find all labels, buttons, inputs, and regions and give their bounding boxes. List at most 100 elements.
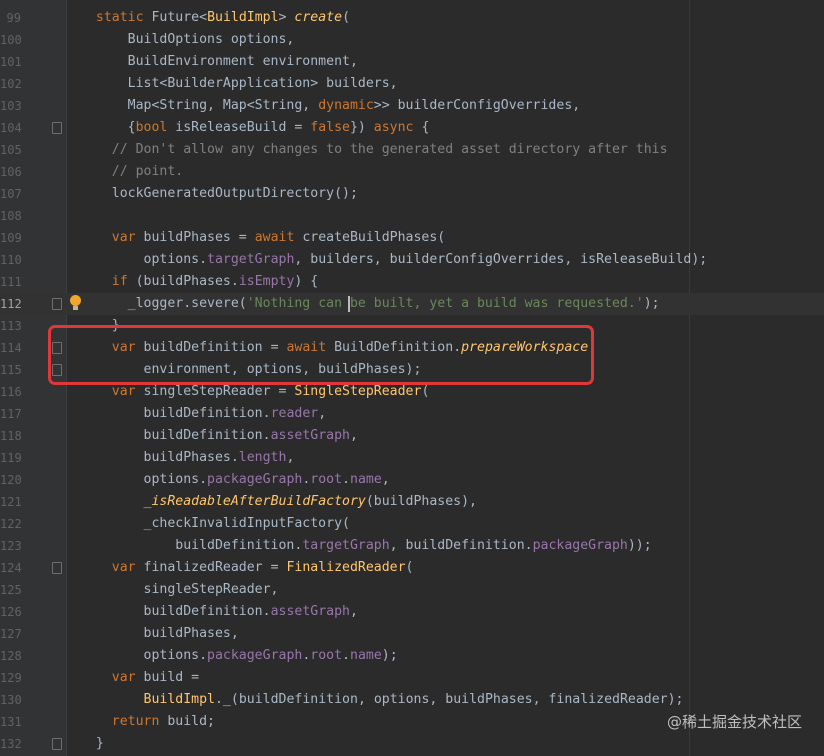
line-number: 132: [0, 733, 21, 755]
line-number: 119: [0, 447, 21, 469]
code-line[interactable]: 120 options.packageGraph.root.name,: [0, 469, 824, 491]
code-text[interactable]: options.targetGraph, builders, builderCo…: [80, 249, 707, 271]
line-number: 100: [0, 29, 21, 51]
code-line[interactable]: 125 singleStepReader,: [0, 579, 824, 601]
line-number: 128: [0, 645, 21, 667]
code-line[interactable]: 105 // Don't allow any changes to the ge…: [0, 139, 824, 161]
code-line[interactable]: 108: [0, 205, 824, 227]
code-line[interactable]: 110 options.targetGraph, builders, build…: [0, 249, 824, 271]
code-text[interactable]: buildPhases,: [80, 623, 239, 645]
code-text[interactable]: return build;: [80, 711, 215, 733]
code-line[interactable]: 111 if (buildPhases.isEmpty) {: [0, 271, 824, 293]
code-text[interactable]: var build =: [80, 667, 199, 689]
code-line[interactable]: 130 BuildImpl._(buildDefinition, options…: [0, 689, 824, 711]
code-line[interactable]: 106 // point.: [0, 161, 824, 183]
fold-marker-icon[interactable]: [52, 562, 62, 574]
code-text[interactable]: var finalizedReader = FinalizedReader(: [80, 557, 414, 579]
code-editor[interactable]: 99 static Future<BuildImpl> create(100 B…: [0, 0, 824, 756]
line-number: 130: [0, 689, 21, 711]
code-text[interactable]: // point.: [80, 161, 183, 183]
code-line[interactable]: 99 static Future<BuildImpl> create(: [0, 7, 824, 29]
line-number: 106: [0, 161, 21, 183]
code-text[interactable]: BuildImpl._(buildDefinition, options, bu…: [80, 689, 683, 711]
code-text[interactable]: lockGeneratedOutputDirectory();: [80, 183, 358, 205]
code-text[interactable]: options.packageGraph.root.name,: [80, 469, 390, 491]
fold-marker-icon[interactable]: [52, 298, 62, 310]
line-number: 109: [0, 227, 21, 249]
line-number: 102: [0, 73, 21, 95]
highlight-annotation-box: [48, 325, 594, 385]
code-line[interactable]: 103 Map<String, Map<String, dynamic>> bu…: [0, 95, 824, 117]
code-line[interactable]: 132 }: [0, 733, 824, 755]
line-number: 99: [0, 7, 21, 29]
code-line[interactable]: 128 options.packageGraph.root.name);: [0, 645, 824, 667]
fold-marker-icon[interactable]: [52, 122, 62, 134]
code-line[interactable]: 107 lockGeneratedOutputDirectory();: [0, 183, 824, 205]
code-line[interactable]: 126 buildDefinition.assetGraph,: [0, 601, 824, 623]
line-number: 123: [0, 535, 21, 557]
code-line[interactable]: 122 _checkInvalidInputFactory(: [0, 513, 824, 535]
code-text[interactable]: BuildEnvironment environment,: [80, 51, 358, 73]
code-text[interactable]: }: [80, 733, 104, 755]
code-line[interactable]: 112 _logger.severe('Nothing can be built…: [0, 293, 824, 315]
line-number: 104: [0, 117, 21, 139]
code-text[interactable]: buildDefinition.assetGraph,: [80, 425, 358, 447]
line-number: 117: [0, 403, 21, 425]
line-number: 122: [0, 513, 21, 535]
code-text[interactable]: buildDefinition.targetGraph, buildDefini…: [80, 535, 652, 557]
line-number: 131: [0, 711, 21, 733]
code-line[interactable]: 119 buildPhases.length,: [0, 447, 824, 469]
text-caret: [348, 296, 350, 312]
line-number: 120: [0, 469, 21, 491]
code-line[interactable]: 102 List<BuilderApplication> builders,: [0, 73, 824, 95]
line-number: 129: [0, 667, 21, 689]
code-text[interactable]: options.packageGraph.root.name);: [80, 645, 398, 667]
code-line[interactable]: 117 buildDefinition.reader,: [0, 403, 824, 425]
line-number: 108: [0, 205, 21, 227]
code-line[interactable]: 101 BuildEnvironment environment,: [0, 51, 824, 73]
line-number: 116: [0, 381, 21, 403]
code-text[interactable]: List<BuilderApplication> builders,: [80, 73, 398, 95]
code-text[interactable]: {bool isReleaseBuild = false}) async {: [80, 117, 429, 139]
code-line[interactable]: 129 var build =: [0, 667, 824, 689]
code-text[interactable]: // Don't allow any changes to the genera…: [80, 139, 668, 161]
intention-bulb-icon[interactable]: [70, 295, 81, 306]
code-text[interactable]: _isReadableAfterBuildFactory(buildPhases…: [80, 491, 477, 513]
code-text[interactable]: singleStepReader,: [80, 579, 279, 601]
code-text[interactable]: buildDefinition.reader,: [80, 403, 326, 425]
line-number: 115: [0, 359, 21, 381]
code-line[interactable]: 123 buildDefinition.targetGraph, buildDe…: [0, 535, 824, 557]
intention-bulb-base: [73, 306, 78, 310]
line-number: 101: [0, 51, 21, 73]
line-number: 121: [0, 491, 21, 513]
code-text[interactable]: var buildPhases = await createBuildPhase…: [80, 227, 445, 249]
code-line[interactable]: 100 BuildOptions options,: [0, 29, 824, 51]
line-number: 114: [0, 337, 21, 359]
code-text[interactable]: buildPhases.length,: [80, 447, 294, 469]
line-number: 124: [0, 557, 21, 579]
code-line[interactable]: 127 buildPhases,: [0, 623, 824, 645]
line-number: 125: [0, 579, 21, 601]
fold-marker-icon[interactable]: [52, 738, 62, 750]
code-line[interactable]: 121 _isReadableAfterBuildFactory(buildPh…: [0, 491, 824, 513]
line-number: 107: [0, 183, 21, 205]
code-text[interactable]: _checkInvalidInputFactory(: [80, 513, 350, 535]
code-text[interactable]: _logger.severe('Nothing can be built, ye…: [80, 293, 660, 315]
code-line[interactable]: 104 {bool isReleaseBuild = false}) async…: [0, 117, 824, 139]
code-line[interactable]: 109 var buildPhases = await createBuildP…: [0, 227, 824, 249]
line-number: 103: [0, 95, 21, 117]
line-number: 105: [0, 139, 21, 161]
code-text[interactable]: BuildOptions options,: [80, 29, 294, 51]
code-line[interactable]: 124 var finalizedReader = FinalizedReade…: [0, 557, 824, 579]
line-number: 118: [0, 425, 21, 447]
code-text[interactable]: Map<String, Map<String, dynamic>> builde…: [80, 95, 580, 117]
line-number: 126: [0, 601, 21, 623]
watermark: @稀土掘金技术社区: [667, 711, 802, 732]
code-text[interactable]: if (buildPhases.isEmpty) {: [80, 271, 318, 293]
code-line[interactable]: 118 buildDefinition.assetGraph,: [0, 425, 824, 447]
line-number: 113: [0, 315, 21, 337]
line-number: 127: [0, 623, 21, 645]
line-number: 111: [0, 271, 21, 293]
code-text[interactable]: static Future<BuildImpl> create(: [80, 7, 350, 29]
code-text[interactable]: buildDefinition.assetGraph,: [80, 601, 358, 623]
